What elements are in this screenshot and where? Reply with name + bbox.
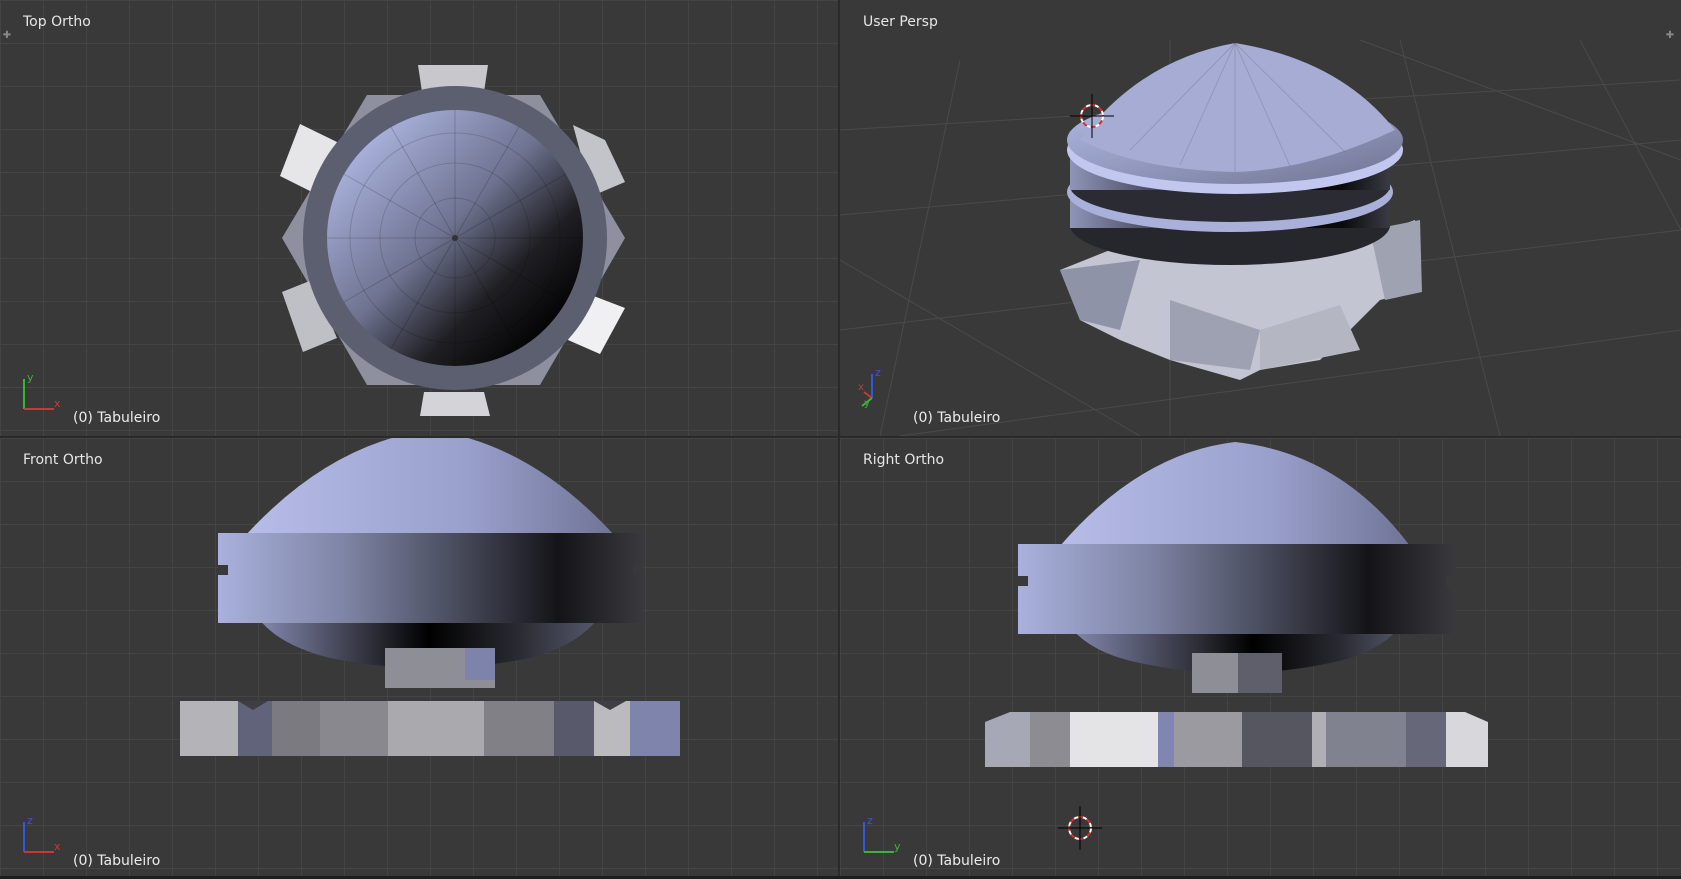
mesh-perspective-view[interactable] — [840, 0, 1681, 436]
svg-text:z: z — [875, 366, 881, 379]
svg-text:y: y — [864, 398, 870, 409]
svg-text:y: y — [27, 371, 34, 384]
3d-cursor-icon — [1058, 806, 1102, 850]
svg-text:x: x — [858, 382, 864, 393]
viewport-divider-horizontal[interactable] — [0, 436, 1681, 438]
svg-text:z: z — [867, 814, 873, 827]
svg-text:z: z — [27, 814, 33, 827]
viewport-top-ortho[interactable]: Top Ortho ✚ y x (0) Tabuleiro — [0, 0, 838, 436]
svg-text:y: y — [894, 840, 901, 853]
axis-gizmo-icon: z x — [23, 814, 61, 853]
viewport-front-ortho[interactable]: Front Ortho z x (0) Tabuleiro — [0, 438, 838, 879]
viewport-right-ortho[interactable]: Right Ortho z y (0) Tabuleiro — [840, 438, 1681, 879]
object-name: (0) Tabuleiro — [73, 410, 161, 426]
mesh-top-view[interactable] — [0, 0, 838, 436]
axis-gizmo-icon: z x y — [858, 366, 881, 409]
viewport-user-persp[interactable]: User Persp ✚ z x y (0) Tabuleiro — [840, 0, 1681, 436]
object-name: (0) Tabuleiro — [913, 853, 1001, 869]
mesh-right-view[interactable] — [840, 438, 1681, 879]
object-name: (0) Tabuleiro — [913, 410, 1001, 426]
axis-gizmo-icon: y x — [23, 371, 61, 410]
mesh-front-view[interactable] — [0, 438, 838, 879]
axis-gizmo-icon: z y — [863, 814, 901, 853]
object-name: (0) Tabuleiro — [73, 853, 161, 869]
svg-text:x: x — [54, 840, 61, 853]
viewport-divider-vertical[interactable] — [838, 0, 840, 879]
svg-text:x: x — [54, 397, 61, 410]
